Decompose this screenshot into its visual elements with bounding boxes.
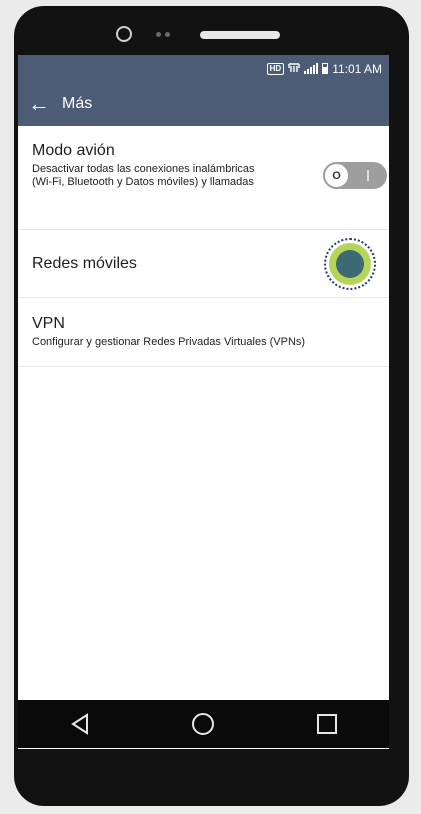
network-icon xyxy=(288,62,300,76)
airplane-mode-toggle[interactable]: O xyxy=(323,162,387,189)
arrow-left-icon[interactable]: ← xyxy=(28,93,54,115)
vpn-subtitle: Configurar y gestionar Redes Privadas Vi… xyxy=(32,336,306,348)
hd-icon: HD xyxy=(266,62,285,75)
vpn-title: VPN xyxy=(32,315,65,332)
screen: HD 11:01 AM ← Más Modo avión Desactivar … xyxy=(18,55,389,749)
back-triangle-icon[interactable] xyxy=(60,704,100,744)
recents-square-icon[interactable] xyxy=(307,704,347,744)
battery-icon xyxy=(322,63,329,74)
list-item-airplane-mode[interactable]: Modo avión Desactivar todas las conexion… xyxy=(18,126,389,230)
speaker-grille xyxy=(200,31,280,39)
mobile-networks-title: Redes móviles xyxy=(32,254,137,272)
signal-icon xyxy=(304,63,319,74)
list-item-vpn[interactable]: VPN Configurar y gestionar Redes Privada… xyxy=(18,298,389,367)
airplane-mode-subtitle: Desactivar todas las conexiones inalámbr… xyxy=(32,163,255,188)
list-item-mobile-networks[interactable]: Redes móviles xyxy=(18,230,389,298)
toggle-track-mark xyxy=(367,170,369,181)
airplane-mode-title: Modo avión xyxy=(32,142,115,159)
page-title: Más xyxy=(62,95,93,112)
tap-indicator-dot xyxy=(336,250,364,278)
tap-indicator-ring xyxy=(329,243,371,285)
sensor-dot xyxy=(165,32,170,37)
status-time: 11:01 AM xyxy=(332,61,382,76)
camera-icon xyxy=(116,26,132,42)
sensor-dot xyxy=(156,32,161,37)
status-bar: HD 11:01 AM xyxy=(18,55,389,82)
app-bar: ← Más xyxy=(18,82,389,126)
tap-indicator-icon xyxy=(324,238,376,290)
toggle-knob: O xyxy=(323,162,350,189)
home-circle-icon[interactable] xyxy=(183,704,223,744)
navigation-bar xyxy=(18,700,389,748)
